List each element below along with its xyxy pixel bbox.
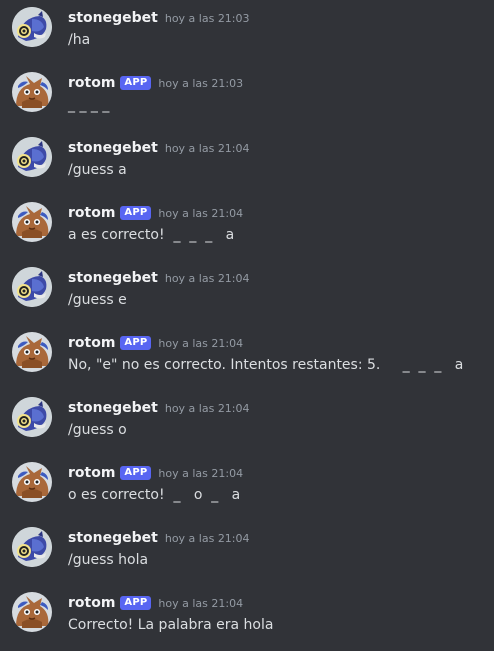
message-header: rotom APP hoy a las 21:04 bbox=[68, 594, 243, 612]
rotom-avatar-icon[interactable] bbox=[12, 462, 52, 502]
stonegebet-avatar-icon[interactable] bbox=[12, 137, 52, 177]
message-content: /guess hola bbox=[68, 552, 149, 568]
message-content: /guess a bbox=[68, 162, 127, 178]
message-timestamp: hoy a las 21:04 bbox=[158, 336, 244, 350]
username[interactable]: stonegebet bbox=[68, 140, 158, 156]
message-header: rotom APP hoy a las 21:03 bbox=[68, 74, 243, 92]
message-item: stonegebet hoy a las 21:04/guess o bbox=[0, 390, 494, 450]
username[interactable]: rotom bbox=[68, 595, 115, 611]
message-timestamp: hoy a las 21:04 bbox=[164, 531, 250, 545]
message-header: stonegebet hoy a las 21:04 bbox=[68, 529, 250, 547]
message-timestamp: hoy a las 21:04 bbox=[158, 466, 244, 480]
message-header: rotom APP hoy a las 21:04 bbox=[68, 464, 243, 482]
stonegebet-avatar-icon[interactable] bbox=[12, 267, 52, 307]
message-timestamp: hoy a las 21:03 bbox=[164, 11, 250, 25]
message-timestamp: hoy a las 21:04 bbox=[164, 401, 250, 415]
message-header: stonegebet hoy a las 21:03 bbox=[68, 9, 250, 27]
message-content: o es correcto! _ o _ a bbox=[68, 487, 241, 503]
message-content: _ _ _ _ bbox=[68, 97, 110, 113]
message-item: rotom APP hoy a las 21:04 No, "e" no es cor… bbox=[0, 325, 494, 385]
message-timestamp: hoy a las 21:04 bbox=[164, 271, 250, 285]
rotom-avatar-icon[interactable] bbox=[12, 72, 52, 112]
rotom-avatar-icon[interactable] bbox=[12, 332, 52, 372]
message-content: /guess o bbox=[68, 422, 127, 438]
message-header: rotom APP hoy a las 21:04 bbox=[68, 204, 243, 222]
message-item: stonegebet hoy a las 21:04/guess e bbox=[0, 260, 494, 320]
message-header: stonegebet hoy a las 21:04 bbox=[68, 399, 250, 417]
app-badge: APP bbox=[120, 206, 152, 220]
message-header: rotom APP hoy a las 21:04 bbox=[68, 334, 243, 352]
app-badge: APP bbox=[120, 596, 152, 610]
username[interactable]: rotom bbox=[68, 75, 115, 91]
username[interactable]: rotom bbox=[68, 205, 115, 221]
app-badge: APP bbox=[120, 76, 152, 90]
username[interactable]: stonegebet bbox=[68, 10, 158, 26]
message-item: rotom APP hoy a las 21:04 a es correcto! _ … bbox=[0, 195, 494, 255]
stonegebet-avatar-icon[interactable] bbox=[12, 7, 52, 47]
app-badge: APP bbox=[120, 466, 152, 480]
username[interactable]: rotom bbox=[68, 335, 115, 351]
username[interactable]: stonegebet bbox=[68, 270, 158, 286]
username[interactable]: stonegebet bbox=[68, 400, 158, 416]
message-content: a es correcto! _ _ _ a bbox=[68, 227, 235, 243]
message-item: rotom APP hoy a las 21:03 _ _ _ _ bbox=[0, 65, 494, 125]
message-header: stonegebet hoy a las 21:04 bbox=[68, 269, 250, 287]
message-timestamp: hoy a las 21:03 bbox=[158, 76, 244, 90]
app-badge: APP bbox=[120, 336, 152, 350]
message-item: stonegebet hoy a las 21:03/ha bbox=[0, 0, 494, 60]
username[interactable]: stonegebet bbox=[68, 530, 158, 546]
rotom-avatar-icon[interactable] bbox=[12, 202, 52, 242]
message-item: rotom APP hoy a las 21:04 o es correcto! _ … bbox=[0, 455, 494, 515]
message-timestamp: hoy a las 21:04 bbox=[158, 206, 244, 220]
message-item: stonegebet hoy a las 21:04/guess a bbox=[0, 130, 494, 190]
stonegebet-avatar-icon[interactable] bbox=[12, 397, 52, 437]
message-item: rotom APP hoy a las 21:04 Correcto! La pala… bbox=[0, 585, 494, 645]
message-content: No, "e" no es correcto. Intentos restant… bbox=[68, 357, 464, 373]
message-content: /ha bbox=[68, 32, 91, 48]
rotom-avatar-icon[interactable] bbox=[12, 592, 52, 632]
message-timestamp: hoy a las 21:04 bbox=[164, 141, 250, 155]
stonegebet-avatar-icon[interactable] bbox=[12, 527, 52, 567]
message-content: /guess e bbox=[68, 292, 127, 308]
username[interactable]: rotom bbox=[68, 465, 115, 481]
message-item: stonegebet hoy a las 21:04/guess hola bbox=[0, 520, 494, 580]
message-header: stonegebet hoy a las 21:04 bbox=[68, 139, 250, 157]
message-timestamp: hoy a las 21:04 bbox=[158, 596, 244, 610]
message-content: Correcto! La palabra era hola bbox=[68, 617, 274, 633]
